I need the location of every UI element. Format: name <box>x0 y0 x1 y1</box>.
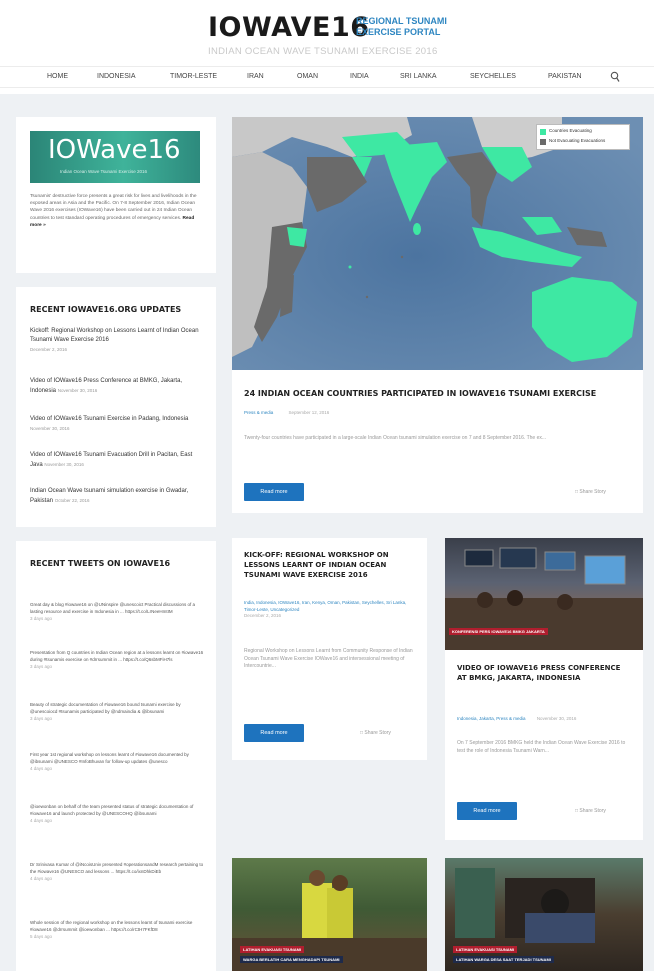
nav-item-home[interactable]: HOME <box>47 73 68 80</box>
list-item[interactable]: Video of IOWave16 Press Conference at BM… <box>30 377 205 396</box>
share-icon: □ <box>360 730 364 736</box>
map-legend: Countries Evacuating Not Evacuating Evac… <box>536 124 630 150</box>
search-icon[interactable] <box>610 71 620 83</box>
video-post-meta: Indonesia, Jakarta, Press & media Novemb… <box>457 716 576 721</box>
press-conference-photo[interactable]: KONFERENSI PERS IOWAVE16 BMKG JAKARTA <box>445 538 643 650</box>
nav-item-seychelles[interactable]: SEYCHELLES <box>470 73 516 80</box>
site-subtitle-line2: EXERCISE PORTAL <box>356 27 441 37</box>
nav-item-oman[interactable]: OMAN <box>297 73 318 80</box>
read-more-button[interactable]: Read more <box>457 802 517 820</box>
featured-post-meta: Press & media September 12, 2016 <box>244 410 329 415</box>
video-post-excerpt: On 7 September 2016 BMKG held the Indian… <box>457 740 626 754</box>
kickoff-post-excerpt: Regional Workshop on Lessons Learnt from… <box>244 648 413 669</box>
nav-item-pakistan[interactable]: PAKISTAN <box>548 73 582 80</box>
drill-photo-graphic <box>232 870 427 971</box>
indian-ocean-map[interactable]: Countries Evacuating Not Evacuating Evac… <box>232 117 643 370</box>
featured-post-excerpt: Twenty-four countries have participated … <box>244 435 547 441</box>
tweet-item[interactable]: Presentation from Q countries in Indian … <box>30 649 205 670</box>
tweet-item[interactable]: @ioewonban on behalf of the team present… <box>30 803 205 824</box>
video-caption: KONFERENSI PERS IOWAVE16 BMKG JAKARTA <box>449 628 548 635</box>
share-story-link[interactable]: □ Share Story <box>575 808 606 814</box>
about-card: IOWave16 Indian Ocean Wave Tsunami Exerc… <box>16 117 216 273</box>
tweets-heading: RECENT TWEETS ON IOWAVE16 <box>30 559 171 568</box>
nav-item-sri-lanka[interactable]: SRI LANKA <box>400 73 437 80</box>
photo-caption-left-1: LATIHAN EVAKUASI TSUNAMI <box>240 946 305 953</box>
list-item[interactable]: Video of IOWave16 Tsunami Exercise in Pa… <box>30 415 205 434</box>
share-story-link[interactable]: □ Share Story <box>575 489 606 495</box>
kickoff-post-meta: India, Indonesia, IOWave16, Iran, Kenya,… <box>244 600 419 620</box>
kickoff-post-title[interactable]: KICK-OFF: REGIONAL WORKSHOP ON LESSONS L… <box>244 550 419 580</box>
photo-caption-right-1: LATIHAN EVAKUASI TSUNAMI <box>453 946 518 953</box>
legend-swatch-not <box>540 139 546 145</box>
map-graphic <box>232 117 643 370</box>
tweet-item[interactable]: Beauty of strategic documentation of #io… <box>30 701 205 722</box>
iowave16-logo[interactable]: IOWave16 Indian Ocean Wave Tsunami Exerc… <box>30 131 200 183</box>
kickoff-post-tags[interactable]: India, Indonesia, IOWave16, Iran, Kenya,… <box>244 600 406 612</box>
featured-post-category[interactable]: Press & media <box>244 410 273 415</box>
legend-swatch-participating <box>540 129 546 135</box>
evacuation-drill-photo-left[interactable]: LATIHAN EVAKUASI TSUNAMI WARGA BERLATIH … <box>232 858 427 971</box>
legend-label-1: Countries Evacuating <box>549 128 592 133</box>
video-post-date: November 30, 2016 <box>536 716 577 721</box>
read-more-button[interactable]: Read more <box>244 483 304 501</box>
tweets-card: RECENT TWEETS ON IOWAVE16 Great day & bl… <box>16 541 216 971</box>
site-header: IOWAVE16 REGIONAL TSUNAMI EXERCISE PORTA… <box>0 10 654 60</box>
list-item[interactable]: Indian Ocean Wave tsunami simulation exe… <box>30 487 205 506</box>
photo-caption-left-2: WARGA BERLATIH CARA MENGHADAPI TSUNAMI <box>240 956 343 963</box>
kickoff-post-date: December 2, 2016 <box>244 613 282 618</box>
legend-label-2: Not Evacuating Evacuations <box>549 138 606 143</box>
updates-heading: RECENT IOWAVE16.ORG UPDATES <box>30 305 182 314</box>
featured-post-date: September 12, 2016 <box>288 410 330 415</box>
share-icon: □ <box>575 489 579 495</box>
list-item[interactable]: Video of IOWave16 Tsunami Evacuation Dri… <box>30 451 205 470</box>
share-story-link[interactable]: □ Share Story <box>360 730 391 736</box>
video-post-tags[interactable]: Indonesia, Jakarta, Press & media <box>457 716 526 721</box>
site-tagline: INDIAN OCEAN WAVE TSUNAMI EXERCISE 2016 <box>208 46 438 57</box>
drill-photo-graphic <box>455 868 595 943</box>
video-post-title[interactable]: VIDEO OF IOWAVE16 PRESS CONFERENCE AT BM… <box>457 663 632 683</box>
evacuation-drill-photo-right[interactable]: LATIHAN EVAKUASI TSUNAMI LATIHAN WARGA D… <box>445 858 643 971</box>
tweet-item[interactable]: Dr Srinivasa Kumar of @iNcoisUniv presen… <box>30 861 205 882</box>
nav-item-timor-leste[interactable]: TIMOR-LESTE <box>170 73 217 80</box>
tweet-item[interactable]: First year 1st regional workshop on less… <box>30 751 205 772</box>
nav-item-india[interactable]: INDIA <box>350 73 369 80</box>
kickoff-post-card: KICK-OFF: REGIONAL WORKSHOP ON LESSONS L… <box>232 538 427 760</box>
tweet-item[interactable]: Whole session of the regional workshop o… <box>30 919 205 940</box>
site-title[interactable]: IOWAVE16 <box>208 12 370 43</box>
list-item[interactable]: Kickoff: Regional Workshop on Lessons Le… <box>30 327 205 355</box>
nav-item-iran[interactable]: IRAN <box>247 73 264 80</box>
video-post-card: KONFERENSI PERS IOWAVE16 BMKG JAKARTA VI… <box>445 538 643 840</box>
share-icon: □ <box>575 808 579 814</box>
tweet-item[interactable]: Great day & blog #iowave16 on @UNinspire… <box>30 601 205 622</box>
read-more-button[interactable]: Read more <box>244 724 304 742</box>
site-subtitle-line1: REGIONAL TSUNAMI <box>356 16 447 26</box>
main-nav: HOME INDONESIA TIMOR-LESTE IRAN OMAN IND… <box>0 66 654 88</box>
about-text: Tsunamis' destructive force presents a g… <box>30 194 197 228</box>
updates-card: RECENT IOWAVE16.ORG UPDATES Kickoff: Reg… <box>16 287 216 527</box>
photo-caption-right-2: LATIHAN WARGA DESA SAAT TERJADI TSUNAMI <box>453 956 554 963</box>
nav-item-indonesia[interactable]: INDONESIA <box>97 73 136 80</box>
featured-post-title[interactable]: 24 INDIAN OCEAN COUNTRIES PARTICIPATED I… <box>244 388 634 400</box>
